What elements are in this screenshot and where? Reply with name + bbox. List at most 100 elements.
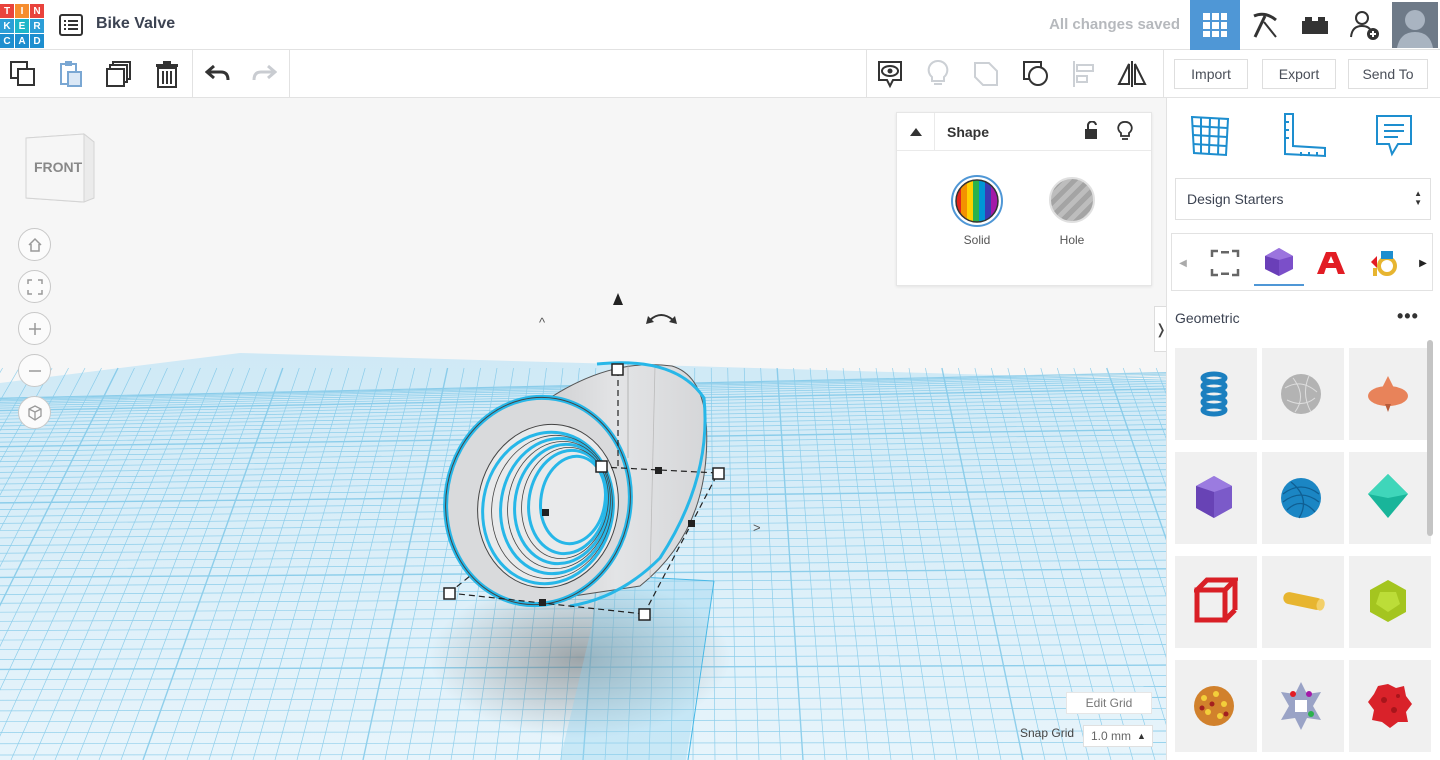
shape-tile-top[interactable] xyxy=(1349,348,1431,440)
tab-featured[interactable] xyxy=(1200,240,1250,286)
ungroup-button[interactable] xyxy=(1013,50,1059,98)
mirror-button[interactable] xyxy=(1109,50,1155,98)
panel-scrollbar[interactable] xyxy=(1427,340,1433,536)
bricks-button[interactable] xyxy=(1290,0,1340,50)
trash-icon xyxy=(156,61,178,88)
paste-button[interactable] xyxy=(48,50,94,98)
shape-tile-yarn-ball[interactable] xyxy=(1262,452,1344,544)
copy-button[interactable] xyxy=(0,50,46,98)
ruler-icon xyxy=(1284,113,1326,158)
lightbulb-button[interactable] xyxy=(915,50,961,98)
library-dropdown-value: Design Starters xyxy=(1187,191,1284,207)
avatar[interactable] xyxy=(1390,0,1440,50)
tinkercad-logo[interactable]: TIN KER CAD xyxy=(0,4,44,48)
align-button[interactable] xyxy=(1061,50,1107,98)
3d-workplane-viewport[interactable]: ^ > FRONT Shape Solid Hole Edit Grid Sna… xyxy=(0,98,1166,760)
duplicate-icon xyxy=(106,61,131,87)
logo-letter: C xyxy=(0,34,14,48)
undo-icon xyxy=(205,64,230,81)
rotate-arrow-icon[interactable] xyxy=(646,314,677,324)
logo-letter: I xyxy=(15,4,29,18)
eye-bubble-icon xyxy=(878,61,902,89)
caret-up-icon xyxy=(909,128,922,136)
connectors-icon xyxy=(1371,251,1397,276)
solid-color-swatch[interactable] xyxy=(951,175,1003,227)
icosahedron-icon xyxy=(1196,476,1232,518)
3d-design-view-button[interactable] xyxy=(1190,0,1240,50)
lightbulb-icon xyxy=(1117,121,1133,140)
shape-library-panel: Design Starters ▲ ▼ ◀ ▶ Geometric ••• xyxy=(1166,98,1440,760)
minus-icon xyxy=(28,369,41,372)
fit-icon xyxy=(26,278,43,295)
logo-letter: K xyxy=(0,19,14,33)
blocks-pickaxe-button[interactable] xyxy=(1240,0,1290,50)
home-view-button[interactable] xyxy=(18,228,51,261)
spring-icon xyxy=(1200,371,1228,417)
view-cube[interactable]: FRONT xyxy=(24,132,98,209)
ruler-button[interactable] xyxy=(1279,110,1329,160)
lift-arrow-icon[interactable] xyxy=(613,293,623,305)
tab-connectors[interactable] xyxy=(1358,240,1408,286)
more-options-icon[interactable]: ••• xyxy=(1397,306,1419,327)
top-icon xyxy=(1368,376,1408,412)
light-toggle-button[interactable] xyxy=(1117,121,1133,146)
section-title: Geometric xyxy=(1175,310,1240,326)
edit-grid-button[interactable]: Edit Grid xyxy=(1066,692,1152,714)
corner-handle[interactable] xyxy=(443,587,456,600)
logo-letter: A xyxy=(15,34,29,48)
tab-text[interactable] xyxy=(1306,240,1356,286)
shape-tile-crumpled-ball[interactable] xyxy=(1349,660,1431,752)
undo-button[interactable] xyxy=(195,50,241,98)
workplane-button[interactable] xyxy=(1185,110,1235,160)
perspective-button[interactable] xyxy=(18,396,51,429)
export-button[interactable]: Export xyxy=(1262,59,1336,89)
shape-tile-dotted-sphere[interactable] xyxy=(1175,660,1257,752)
pickaxe-icon xyxy=(1253,12,1277,38)
send-to-button[interactable]: Send To xyxy=(1348,59,1428,89)
fit-view-button[interactable] xyxy=(18,270,51,303)
corner-handle[interactable] xyxy=(595,460,608,473)
duplicate-button[interactable] xyxy=(96,50,142,98)
corner-handle[interactable] xyxy=(638,608,651,621)
dashed-frame-icon xyxy=(1210,249,1240,277)
snap-grid-value: 1.0 mm xyxy=(1091,729,1132,743)
gem-cluster-icon xyxy=(1281,682,1321,730)
shape-tile-icosahedron[interactable] xyxy=(1175,452,1257,544)
snap-grid-select[interactable]: 1.0 mm ▲ xyxy=(1083,725,1153,747)
height-handle[interactable] xyxy=(611,363,624,376)
group-button[interactable] xyxy=(963,50,1009,98)
lock-button[interactable] xyxy=(1083,120,1099,146)
shape-tile-dodecahedron[interactable] xyxy=(1349,556,1431,648)
shape-tile-scribble-sphere[interactable] xyxy=(1262,348,1344,440)
yarn-ball-icon xyxy=(1281,478,1321,519)
zoom-in-button[interactable] xyxy=(18,312,51,345)
project-title[interactable]: Bike Valve xyxy=(96,15,175,33)
caret-up-icon: ▲ xyxy=(1137,731,1146,741)
shape-tile-gem-cluster[interactable] xyxy=(1262,660,1344,752)
shape-tile-octahedron[interactable] xyxy=(1349,452,1431,544)
redo-button[interactable] xyxy=(241,50,287,98)
zoom-out-button[interactable] xyxy=(18,354,51,387)
ungroup-icon xyxy=(1023,61,1048,86)
notes-button[interactable] xyxy=(1369,110,1419,160)
delete-button[interactable] xyxy=(144,50,190,98)
home-icon xyxy=(27,237,42,252)
shape-tile-spring[interactable] xyxy=(1175,348,1257,440)
workplane-icon xyxy=(1190,115,1230,157)
corner-handle[interactable] xyxy=(712,467,725,480)
add-user-button[interactable] xyxy=(1340,0,1390,50)
dotted-sphere-icon xyxy=(1194,686,1234,726)
collapse-panel-button[interactable] xyxy=(897,113,935,151)
tabs-next-arrow-icon[interactable]: ▶ xyxy=(1412,240,1434,286)
menu-list-icon[interactable] xyxy=(46,0,96,50)
logo-letter: E xyxy=(15,19,29,33)
library-dropdown[interactable]: Design Starters ▲ ▼ xyxy=(1175,178,1431,220)
hole-swatch[interactable] xyxy=(1049,177,1095,223)
grid-icon xyxy=(1203,13,1227,37)
tabs-prev-arrow-icon[interactable]: ◀ xyxy=(1172,240,1194,286)
tab-geometric[interactable] xyxy=(1254,240,1304,286)
import-button[interactable]: Import xyxy=(1174,59,1248,89)
shape-tile-cylinder-rod[interactable] xyxy=(1262,556,1344,648)
shape-tile-cube-frame[interactable] xyxy=(1175,556,1257,648)
show-hide-button[interactable] xyxy=(867,50,913,98)
